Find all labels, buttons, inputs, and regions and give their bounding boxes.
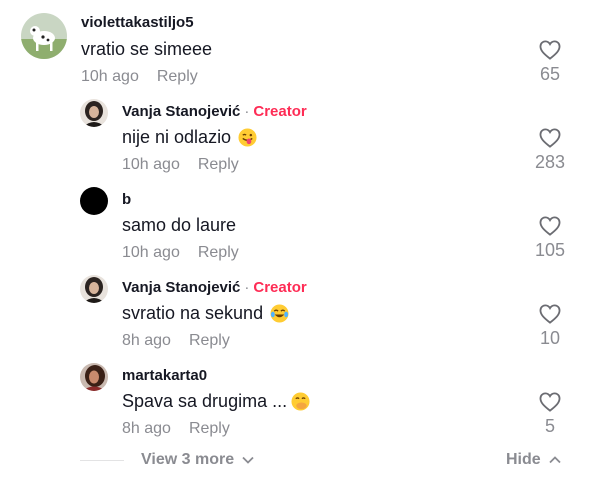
comment-username: Vanja Stanojević · Creator	[122, 279, 307, 296]
heart-icon[interactable]	[539, 40, 561, 60]
comment-meta: 10h ago Reply	[122, 244, 239, 262]
like-control: 10	[530, 304, 570, 349]
like-control: 65	[530, 40, 570, 85]
reply-button[interactable]: Reply	[189, 420, 230, 437]
creator-badge: Creator	[253, 103, 307, 120]
comment-meta: 10h ago Reply	[122, 156, 239, 174]
like-control: 105	[530, 216, 570, 261]
heart-icon[interactable]	[539, 216, 561, 236]
avatar[interactable]	[80, 275, 108, 303]
view-more-label: View 3 more	[141, 451, 235, 468]
avatar[interactable]	[21, 13, 67, 59]
like-count: 65	[539, 64, 561, 84]
comment-text: Spava sa drugima ...	[122, 391, 310, 412]
like-control: 283	[530, 128, 570, 173]
chevron-down-icon	[242, 456, 254, 464]
separator-dot: ·	[244, 279, 250, 296]
comment-username[interactable]: violettakastiljo5	[81, 14, 194, 31]
reply-button[interactable]: Reply	[157, 68, 198, 85]
comment-text: samo do laure	[122, 215, 236, 236]
avatar[interactable]	[80, 363, 108, 391]
hand-over-mouth-emoji-icon	[291, 392, 310, 411]
comment-text-content: Spava sa drugima ...	[122, 391, 288, 411]
divider	[80, 460, 124, 461]
comment-meta: 8h ago Reply	[122, 332, 230, 350]
reply-username[interactable]: Vanja Stanojević	[122, 103, 240, 120]
winking-tongue-emoji-icon	[238, 128, 257, 147]
comment-text-content: samo do laure	[122, 215, 237, 235]
like-control: 5	[530, 392, 570, 437]
comment-time: 10h ago	[81, 68, 139, 85]
reply-button[interactable]: Reply	[198, 244, 239, 261]
comment-time: 10h ago	[122, 156, 180, 173]
comment-text: nije ni odlazio	[122, 127, 257, 148]
comment-time: 8h ago	[122, 420, 171, 437]
reply-username[interactable]: b	[122, 191, 131, 208]
comment-text-content: nije ni odlazio	[122, 127, 232, 147]
avatar[interactable]	[80, 99, 108, 127]
hide-replies-button[interactable]: Hide	[506, 451, 561, 469]
comment-text: svratio na sekund	[122, 303, 289, 324]
comment-time: 10h ago	[122, 244, 180, 261]
comment-text: vratio se simeee	[81, 39, 212, 60]
hide-label: Hide	[506, 451, 541, 468]
comment-username: Vanja Stanojević · Creator	[122, 103, 307, 120]
comment-text-content: svratio na sekund	[122, 303, 264, 323]
heart-icon[interactable]	[539, 304, 561, 324]
reply-button[interactable]: Reply	[189, 332, 230, 349]
avatar[interactable]	[80, 187, 108, 215]
reply-username[interactable]: martakarta0	[122, 367, 207, 384]
chevron-up-icon	[549, 456, 561, 464]
reply-button[interactable]: Reply	[198, 156, 239, 173]
like-count: 10	[539, 328, 561, 348]
like-count: 105	[534, 240, 566, 260]
comment-time: 8h ago	[122, 332, 171, 349]
heart-icon[interactable]	[539, 392, 561, 412]
tears-of-joy-emoji-icon	[270, 304, 289, 323]
heart-icon[interactable]	[539, 128, 561, 148]
like-count: 5	[544, 416, 555, 436]
creator-badge: Creator	[253, 279, 307, 296]
separator-dot: ·	[244, 103, 250, 120]
reply-username[interactable]: Vanja Stanojević	[122, 279, 240, 296]
comment-meta: 8h ago Reply	[122, 420, 230, 438]
comment-text-content: vratio se simeee	[81, 39, 213, 59]
comment-meta: 10h ago Reply	[81, 68, 198, 86]
view-more-replies-button[interactable]: View 3 more	[141, 451, 254, 469]
like-count: 283	[534, 152, 566, 172]
